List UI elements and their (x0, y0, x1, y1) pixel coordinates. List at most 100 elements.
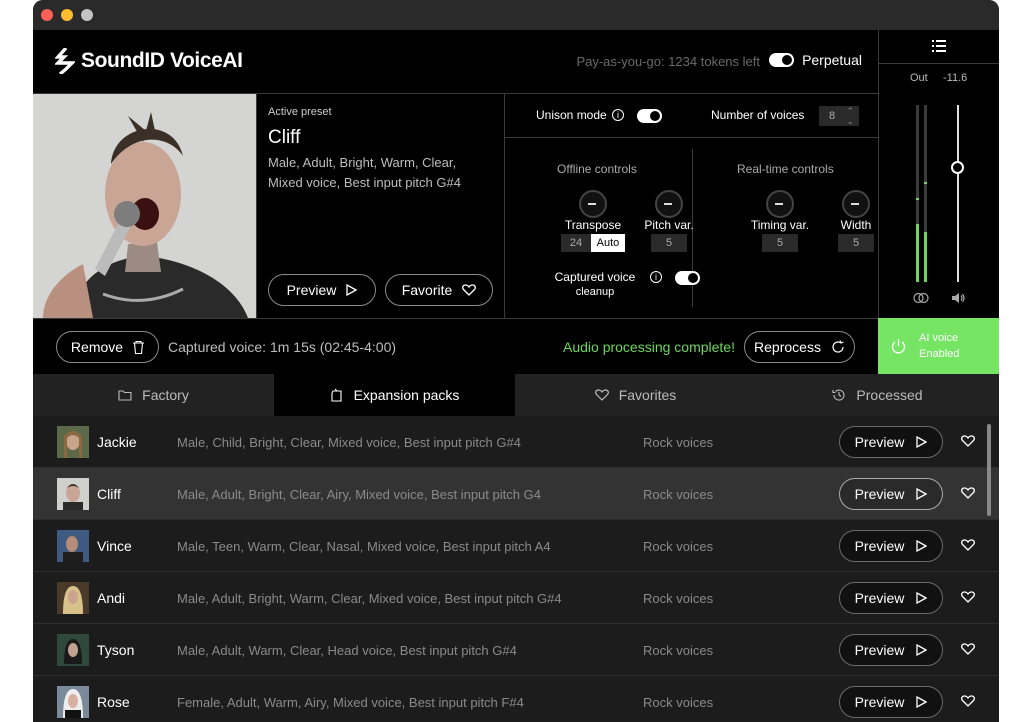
voice-category: Rock voices (643, 591, 714, 606)
timing-variation-knob[interactable] (766, 190, 794, 218)
voices-stepper[interactable]: 8 ⌃ ⌄ (819, 106, 859, 126)
token-count: Pay-as-you-go: 1234 tokens left (576, 54, 760, 69)
voice-row-vince[interactable]: Vince Male, Teen, Warm, Clear, Nasal, Mi… (33, 520, 999, 572)
menu-icon[interactable] (932, 40, 946, 52)
play-icon (916, 540, 928, 552)
width-label: Width (840, 218, 872, 232)
speaker-icon[interactable] (951, 292, 965, 304)
power-icon (891, 339, 906, 354)
voice-description: Male, Adult, Warm, Clear, Head voice, Be… (177, 643, 517, 658)
favorite-heart-icon[interactable] (961, 486, 975, 500)
out-label: Out (910, 72, 928, 84)
voice-category: Rock voices (643, 435, 714, 450)
active-preset-panel: Active preset Cliff Male, Adult, Bright,… (256, 94, 505, 318)
reprocess-button[interactable]: Reprocess (744, 331, 855, 363)
transpose-knob[interactable] (579, 190, 607, 218)
tab-expansion-packs-label: Expansion packs (353, 387, 460, 403)
singer-portrait-image (33, 94, 256, 318)
voice-row-rose[interactable]: Rose Female, Adult, Warm, Airy, Mixed vo… (33, 676, 999, 722)
play-icon (916, 644, 928, 656)
remove-button[interactable]: Remove (56, 331, 159, 363)
processing-status: Audio processing complete! (563, 339, 735, 355)
minimize-window-button[interactable] (61, 9, 73, 21)
row-preview-button[interactable]: Preview (839, 426, 943, 458)
voice-row-andi[interactable]: Andi Male, Adult, Bright, Warm, Clear, M… (33, 572, 999, 624)
zoom-window-button[interactable] (81, 9, 93, 21)
list-scrollbar[interactable] (987, 424, 991, 516)
row-preview-button[interactable]: Preview (839, 686, 943, 718)
voice-category: Rock voices (643, 695, 714, 710)
unison-row: Unison mode i Number of voices 8 ⌃ ⌄ (505, 94, 878, 138)
voice-description: Male, Child, Bright, Clear, Mixed voice,… (177, 435, 521, 450)
cleanup-toggle[interactable] (675, 271, 700, 285)
width-knob[interactable] (842, 190, 870, 218)
width-value[interactable]: 5 (838, 234, 874, 252)
remove-button-label: Remove (70, 339, 124, 355)
voice-row-cliff[interactable]: Cliff Male, Adult, Bright, Clear, Airy, … (33, 468, 999, 520)
heart-icon (462, 284, 477, 296)
stereo-link-icon[interactable] (913, 292, 929, 304)
row-preview-button[interactable]: Preview (839, 478, 943, 510)
avatar (57, 426, 89, 458)
cleanup-info-icon[interactable]: i (650, 271, 662, 283)
logo: SoundID VoiceAI (55, 48, 243, 74)
unison-toggle[interactable] (637, 109, 662, 123)
output-panel: Out -11.6 (878, 30, 999, 318)
voice-row-jackie[interactable]: Jackie Male, Child, Bright, Clear, Mixed… (33, 416, 999, 468)
voice-name: Andi (97, 590, 126, 606)
row-preview-button[interactable]: Preview (839, 530, 943, 562)
avatar (57, 530, 89, 562)
row-preview-label: Preview (854, 434, 905, 450)
play-icon (346, 284, 358, 296)
voice-description: Male, Adult, Bright, Clear, Airy, Mixed … (177, 487, 541, 502)
timing-variation-value[interactable]: 5 (762, 234, 798, 252)
ai-voice-toggle[interactable]: AI voice Enabled (878, 318, 999, 374)
tab-favorites[interactable]: Favorites (515, 374, 756, 416)
preset-photo (33, 94, 256, 318)
play-icon (916, 488, 928, 500)
avatar (57, 478, 89, 510)
favorite-heart-icon[interactable] (961, 590, 975, 604)
voice-name: Rose (97, 694, 130, 710)
favorite-heart-icon[interactable] (961, 434, 975, 448)
voice-description: Male, Adult, Bright, Warm, Clear, Mixed … (177, 591, 562, 606)
close-window-button[interactable] (41, 9, 53, 21)
history-icon (832, 389, 845, 401)
voice-controls-panel: Unison mode i Number of voices 8 ⌃ ⌄ Offli… (505, 94, 878, 318)
tab-processed[interactable]: Processed (756, 374, 999, 416)
voice-category: Rock voices (643, 539, 714, 554)
voice-description: Female, Adult, Warm, Airy, Mixed voice, … (177, 695, 524, 710)
favorite-heart-icon[interactable] (961, 538, 975, 552)
voice-name: Tyson (97, 642, 135, 658)
reprocess-button-label: Reprocess (754, 339, 821, 355)
volume-slider-handle[interactable] (951, 161, 964, 174)
favorite-button-label: Favorite (401, 282, 453, 298)
timing-variation-label: Timing var. (750, 218, 810, 232)
row-preview-label: Preview (854, 694, 905, 710)
pitch-variation-value[interactable]: 5 (651, 234, 687, 252)
tab-expansion-packs[interactable]: Expansion packs (274, 374, 515, 416)
refresh-icon (832, 340, 844, 353)
row-preview-button[interactable]: Preview (839, 582, 943, 614)
volume-slider-track[interactable] (957, 105, 959, 282)
perpetual-toggle[interactable] (769, 53, 795, 67)
active-preset-label: Active preset (268, 106, 332, 118)
play-icon (916, 436, 928, 448)
favorite-heart-icon[interactable] (961, 642, 975, 656)
folder-icon (118, 390, 132, 401)
row-preview-button[interactable]: Preview (839, 634, 943, 666)
row-preview-label: Preview (854, 642, 905, 658)
preview-button[interactable]: Preview (268, 274, 376, 306)
favorite-button[interactable]: Favorite (385, 274, 493, 306)
favorite-heart-icon[interactable] (961, 694, 975, 708)
play-icon (916, 696, 928, 708)
perpetual-toggle-group: Perpetual (769, 52, 862, 68)
voice-row-tyson[interactable]: Tyson Male, Adult, Warm, Clear, Head voi… (33, 624, 999, 676)
level-meter-right (924, 105, 927, 282)
transpose-auto-button[interactable]: Auto (591, 234, 625, 252)
avatar (57, 582, 89, 614)
pitch-variation-knob[interactable] (655, 190, 683, 218)
tab-factory[interactable]: Factory (33, 374, 274, 416)
unison-info-icon[interactable]: i (612, 109, 624, 121)
transpose-value[interactable]: 24 (561, 234, 591, 252)
